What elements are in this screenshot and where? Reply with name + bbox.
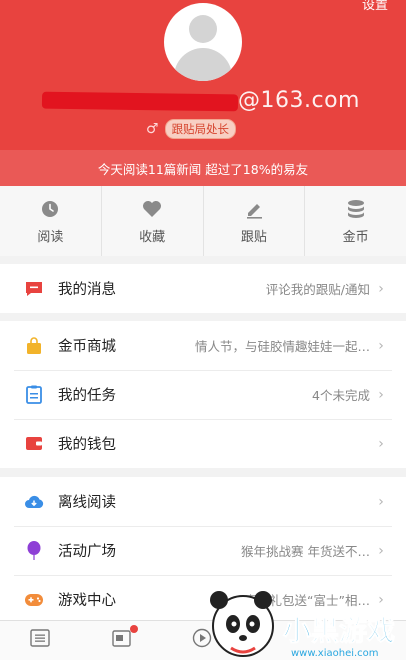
quick-favorites-label: 收藏 xyxy=(139,229,166,245)
menu-item-offline[interactable]: 离线阅读 › xyxy=(0,477,406,526)
list-icon xyxy=(30,629,50,651)
wallet-icon xyxy=(24,434,44,454)
menu-item-events[interactable]: 活动广场 猴年挑战赛 年货送不… › xyxy=(0,526,406,575)
quick-comments-label: 跟贴 xyxy=(240,229,267,245)
tab-news[interactable] xyxy=(28,629,52,651)
menu-item-tasks-label: 我的任务 xyxy=(58,388,116,404)
tab-topics[interactable] xyxy=(110,625,138,651)
menu-item-mall-label: 金币商城 xyxy=(58,339,116,355)
chevron-right-icon: › xyxy=(378,280,384,297)
gender-icon: ♂ xyxy=(146,121,159,137)
redacted-username xyxy=(41,91,239,112)
chevron-right-icon: › xyxy=(378,386,384,403)
bag-icon xyxy=(24,336,44,356)
chevron-right-icon: › xyxy=(378,542,384,559)
rank-badge[interactable]: 跟贴局处长 xyxy=(164,119,237,139)
menu-group-account: 金币商城 情人节，与硅胶情趣娃娃一起… › 我的任务 4个未完成 › 我的钱包 … xyxy=(0,321,406,468)
avatar-body-shape xyxy=(174,48,232,81)
menu-item-mall-value: 情人节，与硅胶情趣娃娃一起… xyxy=(194,339,370,354)
avatar[interactable] xyxy=(164,3,242,81)
quick-comments[interactable]: 跟贴 xyxy=(204,186,306,256)
reading-stat-text: 今天阅读11篇新闻 超过了18%的易友 xyxy=(97,161,309,177)
rank-row: ♂ 跟贴局处长 xyxy=(146,119,237,139)
quick-actions: 阅读 收藏 跟贴 金币 xyxy=(0,186,406,256)
quick-coins[interactable]: 金币 xyxy=(305,186,406,256)
menu-item-wallet-label: 我的钱包 xyxy=(58,437,116,453)
quick-favorites[interactable]: 收藏 xyxy=(102,186,204,256)
menu-item-events-label: 活动广场 xyxy=(58,544,116,560)
reading-stat-bar: 今天阅读11篇新闻 超过了18%的易友 xyxy=(0,150,406,186)
menu-item-events-value: 猴年挑战赛 年货送不… xyxy=(241,544,370,559)
coins-icon xyxy=(345,198,367,220)
heart-icon xyxy=(141,198,163,220)
chevron-right-icon: › xyxy=(378,435,384,452)
menu-item-offline-label: 离线阅读 xyxy=(58,495,116,511)
watermark-url: www.xiaohei.com xyxy=(291,648,379,659)
menu-item-games-label: 游戏中心 xyxy=(58,593,116,609)
message-icon xyxy=(24,279,44,299)
cloud-download-icon xyxy=(24,492,44,512)
menu-item-tasks[interactable]: 我的任务 4个未完成 › xyxy=(0,370,406,419)
balloon-icon xyxy=(24,540,44,561)
chevron-right-icon: › xyxy=(378,493,384,510)
menu-item-messages-label: 我的消息 xyxy=(58,282,116,298)
avatar-head-shape xyxy=(189,15,217,43)
notification-dot xyxy=(130,625,138,633)
quick-read[interactable]: 阅读 xyxy=(0,186,102,256)
site-watermark: 小黑游戏 www.xiaohei.com xyxy=(205,578,405,660)
menu-item-messages[interactable]: 我的消息 评论我的跟贴/通知 › xyxy=(0,264,406,313)
menu-item-wallet[interactable]: 我的钱包 › xyxy=(0,419,406,468)
clipboard-icon xyxy=(24,385,44,405)
chevron-right-icon: › xyxy=(378,337,384,354)
menu-item-mall[interactable]: 金币商城 情人节，与硅胶情趣娃娃一起… › xyxy=(0,321,406,370)
quick-read-label: 阅读 xyxy=(37,229,64,245)
settings-link[interactable]: 设置 xyxy=(362,0,388,13)
clock-icon xyxy=(39,198,61,220)
user-email: @163.com xyxy=(238,88,360,113)
watermark-title: 小黑游戏 xyxy=(283,614,395,647)
menu-item-messages-value: 评论我的跟贴/通知 xyxy=(265,282,370,297)
quick-coins-label: 金币 xyxy=(342,229,369,245)
menu-group-messages: 我的消息 评论我的跟贴/通知 › xyxy=(0,264,406,313)
pen-icon xyxy=(243,198,265,220)
profile-header: 设置 @163.com ♂ 跟贴局处长 今天阅读11篇新闻 超过了18%的易友 xyxy=(0,0,406,186)
gamepad-icon xyxy=(24,590,44,610)
menu-item-tasks-value: 4个未完成 xyxy=(312,388,370,403)
news-icon xyxy=(112,629,132,651)
